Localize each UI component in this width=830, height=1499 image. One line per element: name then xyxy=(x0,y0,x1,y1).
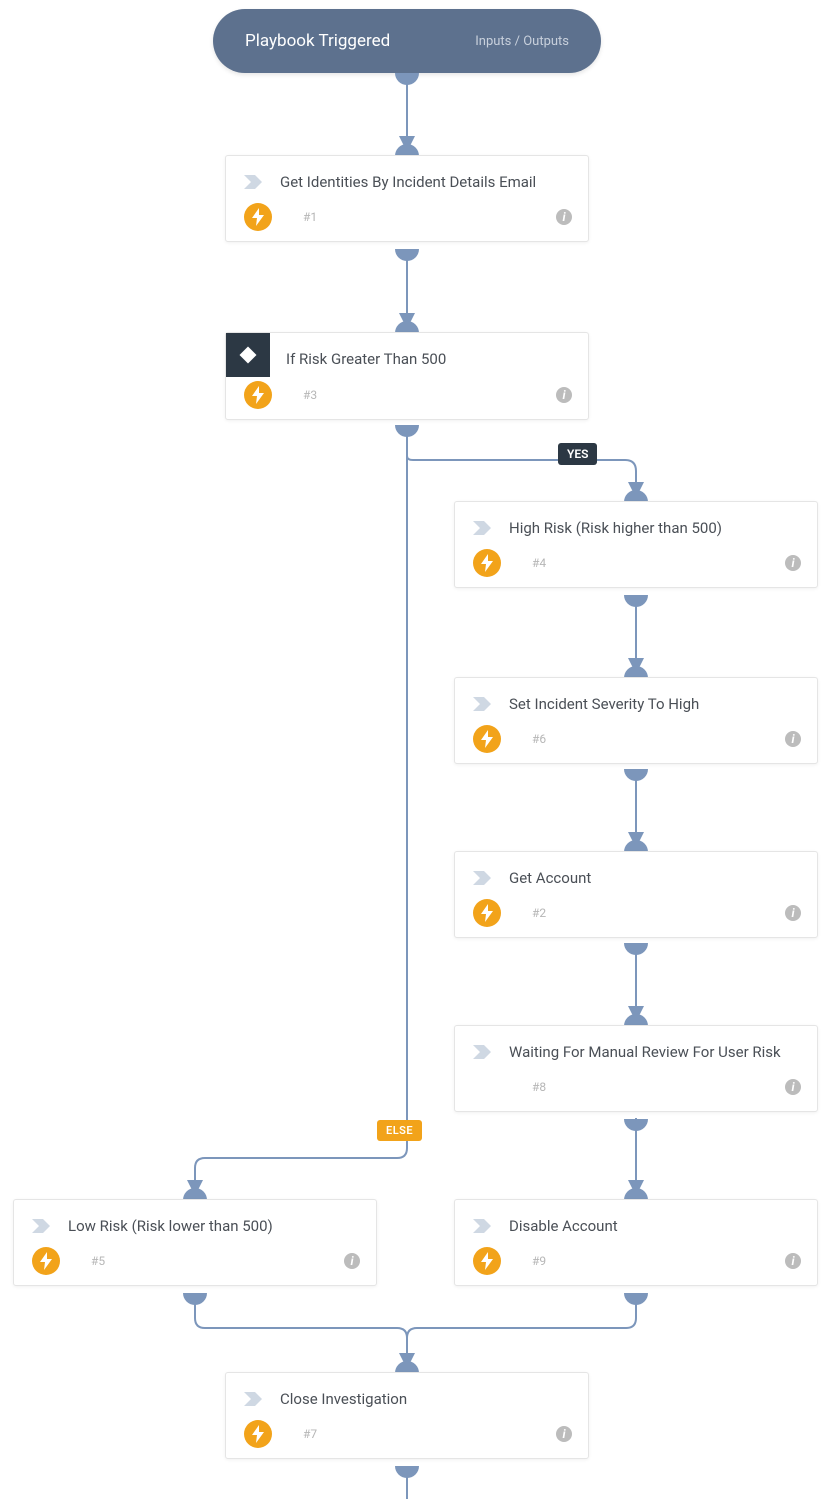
bolt-icon xyxy=(32,1247,60,1275)
bolt-icon xyxy=(473,1247,501,1275)
info-icon[interactable]: i xyxy=(556,1426,572,1442)
chevron-right-icon xyxy=(471,517,493,539)
edge-label-else: ELSE xyxy=(377,1120,422,1141)
task-number: #6 xyxy=(517,732,769,746)
task-title: Close Investigation xyxy=(280,1387,572,1409)
info-icon[interactable]: i xyxy=(785,555,801,571)
task-card-high-risk[interactable]: High Risk (Risk higher than 500) #4 i xyxy=(454,501,818,588)
edge-label-yes: YES xyxy=(558,443,597,465)
bolt-icon xyxy=(473,549,501,577)
task-card-disable-account[interactable]: Disable Account #9 i xyxy=(454,1199,818,1286)
chevron-right-icon xyxy=(242,1388,264,1410)
chevron-right-icon xyxy=(471,1215,493,1237)
bolt-icon xyxy=(244,381,272,409)
info-icon[interactable]: i xyxy=(556,209,572,225)
task-title: Get Identities By Incident Details Email xyxy=(280,170,572,192)
task-card-set-severity-high[interactable]: Set Incident Severity To High #6 i xyxy=(454,677,818,764)
task-number: #4 xyxy=(517,556,769,570)
task-number: #9 xyxy=(517,1254,769,1268)
bolt-icon xyxy=(244,1420,272,1448)
task-title: If Risk Greater Than 500 xyxy=(286,347,572,369)
task-number: #2 xyxy=(517,906,769,920)
task-number: #7 xyxy=(288,1427,540,1441)
task-title: Get Account xyxy=(509,866,801,888)
task-card-manual-review[interactable]: Waiting For Manual Review For User Risk … xyxy=(454,1025,818,1112)
bolt-icon xyxy=(473,899,501,927)
playbook-trigger[interactable]: Playbook Triggered Inputs / Outputs xyxy=(213,9,601,73)
diamond-icon xyxy=(226,333,270,377)
trigger-title: Playbook Triggered xyxy=(245,31,390,51)
bolt-icon xyxy=(244,203,272,231)
bolt-icon xyxy=(473,725,501,753)
task-card-get-identities[interactable]: Get Identities By Incident Details Email… xyxy=(225,155,589,242)
task-card-get-account[interactable]: Get Account #2 i xyxy=(454,851,818,938)
info-icon[interactable]: i xyxy=(785,1253,801,1269)
task-title: Disable Account xyxy=(509,1214,801,1236)
chevron-right-icon xyxy=(471,693,493,715)
info-icon[interactable]: i xyxy=(785,731,801,747)
task-title: Waiting For Manual Review For User Risk xyxy=(509,1040,801,1062)
task-card-close-investigation[interactable]: Close Investigation #7 i xyxy=(225,1372,589,1459)
info-icon[interactable]: i xyxy=(785,1079,801,1095)
chevron-right-icon xyxy=(471,867,493,889)
info-icon[interactable]: i xyxy=(556,387,572,403)
task-number: #5 xyxy=(76,1254,328,1268)
chevron-right-icon xyxy=(471,1041,493,1063)
info-icon[interactable]: i xyxy=(785,905,801,921)
task-title: High Risk (Risk higher than 500) xyxy=(509,516,801,538)
task-number: #8 xyxy=(517,1080,769,1094)
task-number: #3 xyxy=(288,388,540,402)
task-title: Low Risk (Risk lower than 500) xyxy=(68,1214,360,1236)
task-card-low-risk[interactable]: Low Risk (Risk lower than 500) #5 i xyxy=(13,1199,377,1286)
task-title: Set Incident Severity To High xyxy=(509,692,801,714)
trigger-io-link[interactable]: Inputs / Outputs xyxy=(475,34,569,49)
chevron-right-icon xyxy=(30,1215,52,1237)
chevron-right-icon xyxy=(242,171,264,193)
info-icon[interactable]: i xyxy=(344,1253,360,1269)
task-number: #1 xyxy=(288,210,540,224)
decision-card-risk-gt-500[interactable]: If Risk Greater Than 500 #3 i xyxy=(225,332,589,420)
